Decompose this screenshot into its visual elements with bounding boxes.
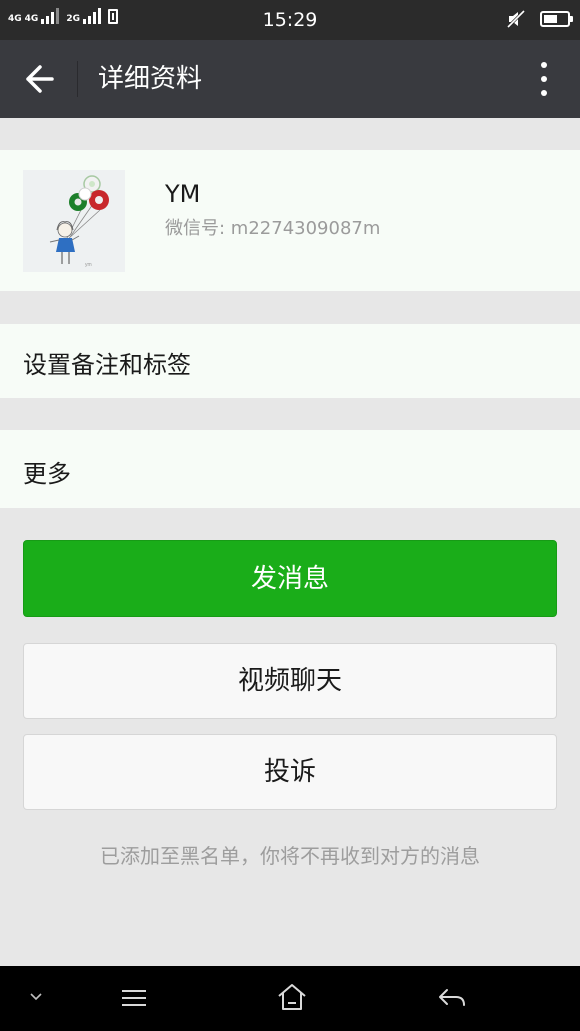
title-bar: 详细资料 [0, 40, 580, 118]
home-icon[interactable] [276, 982, 308, 1012]
title-divider [77, 61, 78, 97]
more-options-button[interactable] [536, 62, 552, 96]
system-navigation-bar [0, 966, 580, 1031]
wechat-id-label: 微信号: [165, 218, 231, 239]
battery-icon [540, 11, 573, 27]
back-button[interactable] [16, 59, 60, 99]
hamburger-menu-icon[interactable] [120, 988, 148, 1008]
wechat-id-value: m2274309087m [230, 218, 381, 239]
report-button[interactable]: 投诉 [23, 734, 557, 810]
vertical-ellipsis-icon [541, 62, 547, 68]
mute-icon [506, 9, 526, 29]
more-label: 更多 [23, 460, 71, 488]
set-remark-and-tags-row[interactable]: 设置备注和标签 [0, 324, 580, 398]
chevron-down-icon[interactable] [28, 990, 44, 1004]
video-chat-button[interactable]: 视频聊天 [23, 643, 557, 719]
set-remark-label: 设置备注和标签 [23, 351, 191, 379]
return-arrow-icon[interactable] [436, 986, 468, 1010]
contact-nickname: YM [165, 180, 201, 208]
more-info-row[interactable]: 更多 [0, 430, 580, 508]
svg-text:ym: ym [85, 262, 92, 268]
arrow-left-icon [26, 65, 54, 93]
blacklist-notice: 已添加至黑名单，你将不再收到对方的消息 [100, 844, 480, 868]
status-bar: 4G 4G 2G 15:29 [0, 0, 580, 40]
send-message-button[interactable]: 发消息 [23, 540, 557, 617]
status-time: 15:29 [262, 9, 318, 31]
profile-card: ym YM 微信号: m2274309087m [0, 150, 580, 291]
avatar-image: ym [23, 170, 125, 272]
page-title: 详细资料 [98, 64, 203, 94]
wechat-id-row: 微信号: m2274309087m [165, 214, 380, 240]
avatar[interactable]: ym [23, 170, 125, 272]
